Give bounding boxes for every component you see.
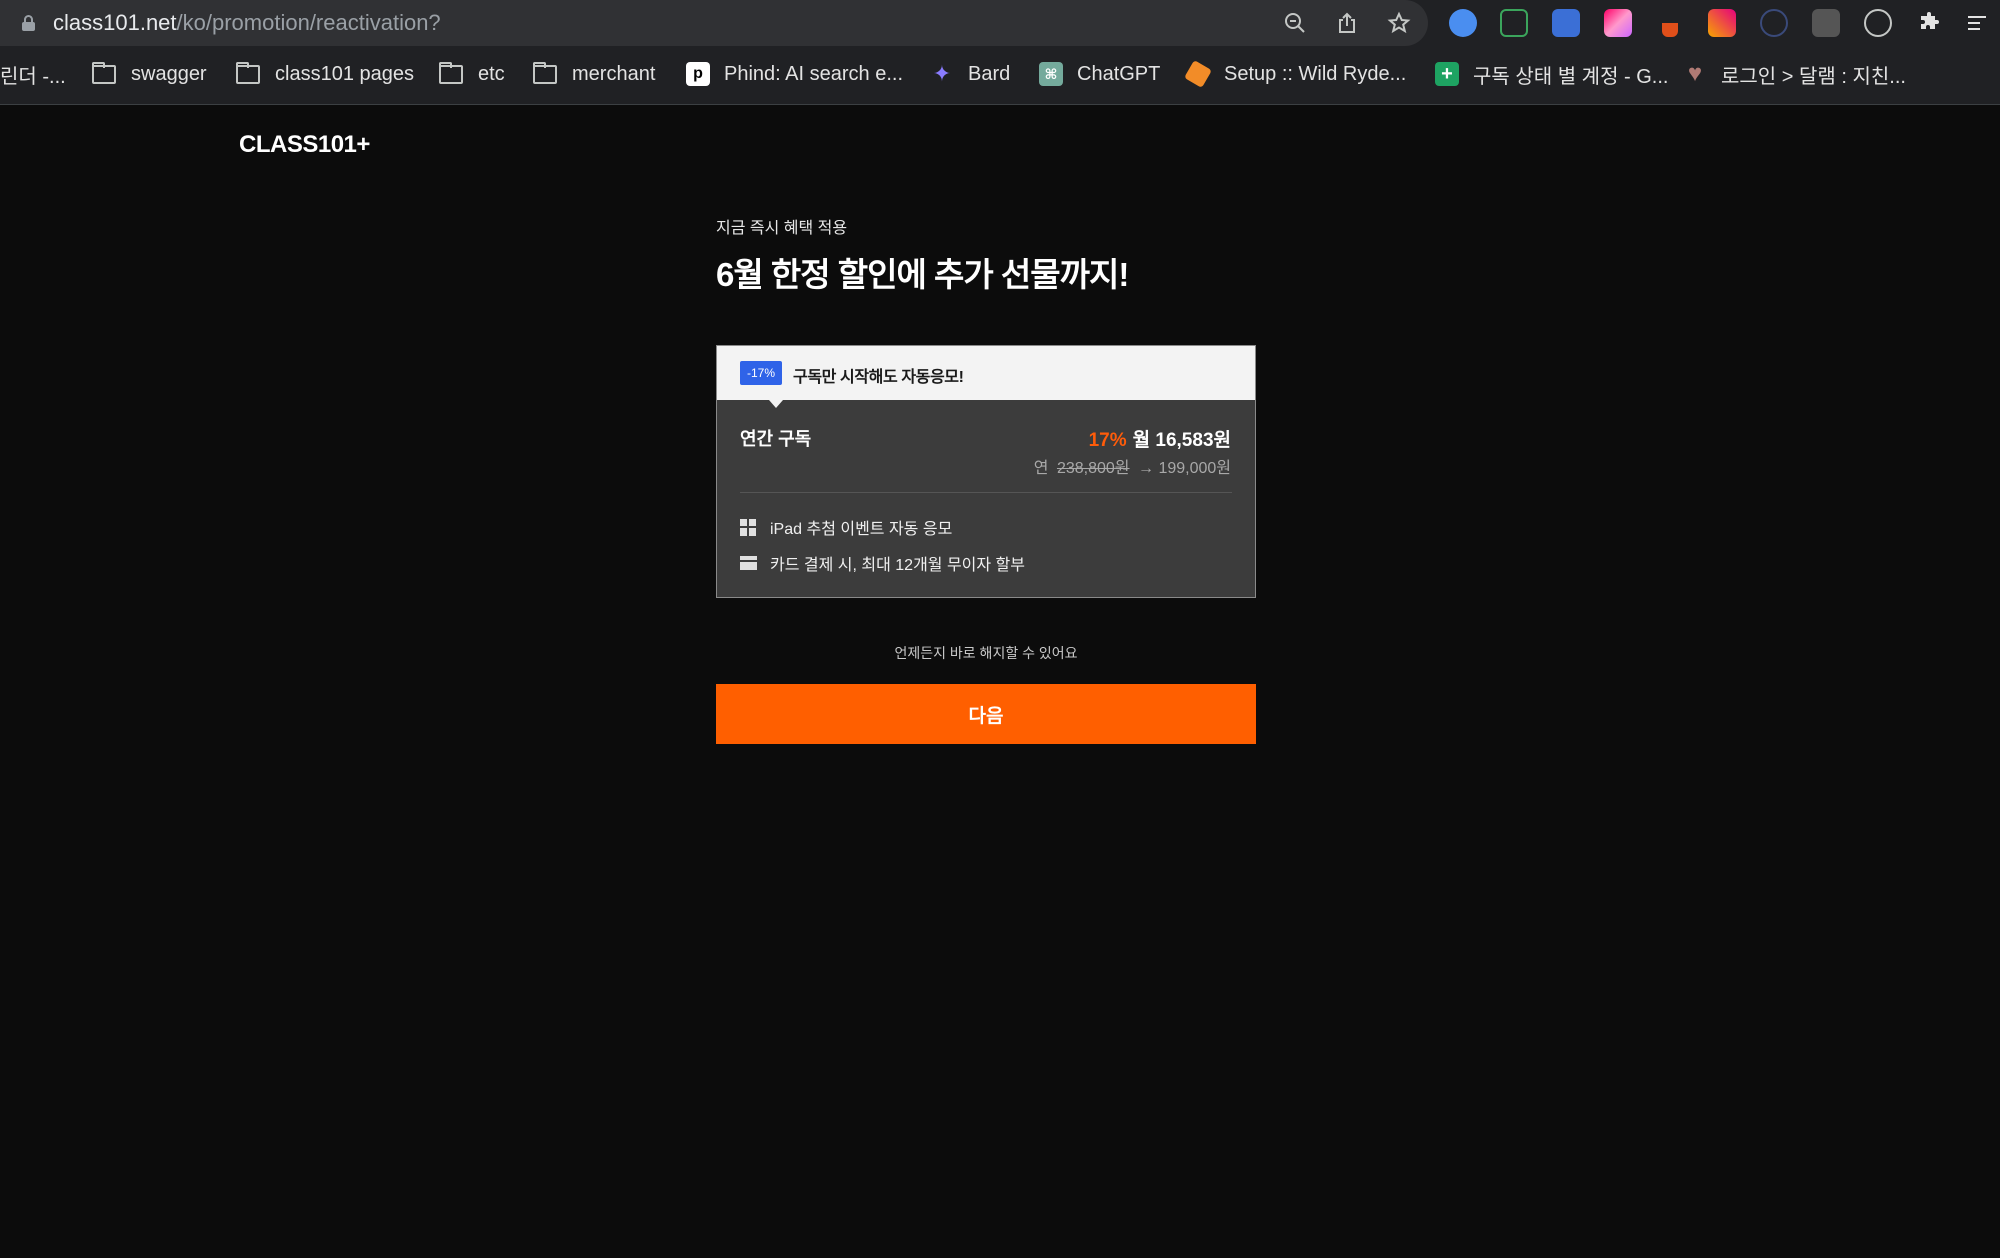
benefit-item: 카드 결제 시, 최대 12개월 무이자 할부 — [740, 552, 1025, 574]
bookmark-star-icon[interactable] — [1384, 8, 1414, 38]
credit-card-icon — [740, 555, 757, 572]
zoom-icon[interactable] — [1280, 8, 1310, 38]
chatgpt-icon: ⌘ — [1039, 62, 1063, 86]
bookmark-label: swagger — [131, 62, 207, 85]
bookmark-google-sheets[interactable]: + 구독 상태 별 계정 - G... — [1435, 56, 1668, 92]
arrow-icon: → — [1137, 460, 1154, 477]
bookmark-folder-etc[interactable]: etc — [439, 56, 505, 92]
extension-pencil-icon[interactable] — [1708, 9, 1736, 37]
original-price: 238,800원 — [1056, 460, 1130, 477]
bookmark-dallaem[interactable]: ♥ 로그인 > 달램 : 지친... — [1683, 56, 1906, 92]
extension-1password-icon[interactable] — [1449, 9, 1477, 37]
bookmark-label: 린더 -... — [0, 65, 66, 88]
discounted-annual-price: 199,000원 — [1158, 460, 1231, 477]
bookmark-folder-swagger[interactable]: swagger — [92, 56, 207, 92]
bookmarks-bar: 린더 -... swagger class101 pages etc merch… — [0, 56, 2000, 92]
aws-cube-icon — [1184, 60, 1212, 88]
url-host: class101.net — [53, 10, 177, 35]
folder-icon — [92, 61, 116, 84]
benefit-text: iPad 추첨 이벤트 자동 응모 — [770, 521, 953, 538]
extensions-puzzle-icon[interactable] — [1914, 8, 1944, 38]
card-divider — [740, 492, 1232, 493]
extension-color-icon[interactable] — [1604, 9, 1632, 37]
discount-percent: 17% — [1088, 430, 1127, 451]
annual-price: 연 238,800원 → 199,000원 — [1034, 454, 1231, 478]
promo-text: 구독만 시작해도 자동응모! — [793, 369, 964, 386]
bookmark-label: etc — [478, 62, 505, 85]
bard-sparkle-icon: ✦ — [932, 61, 952, 86]
extension-code-icon[interactable] — [1552, 9, 1580, 37]
annual-prefix: 연 — [1033, 460, 1049, 477]
bookmark-label: Phind: AI search e... — [724, 62, 903, 85]
next-button[interactable]: 다음 — [716, 684, 1256, 744]
folder-icon — [533, 61, 557, 84]
bookmark-label: class101 pages — [275, 62, 414, 85]
benefit-text: 카드 결제 시, 최대 12개월 무이자 할부 — [770, 557, 1025, 574]
bookmark-folder-merchant[interactable]: merchant — [533, 56, 655, 92]
gift-icon — [740, 518, 757, 536]
extension-search-icon[interactable] — [1500, 9, 1528, 37]
chrome-divider — [0, 104, 2000, 105]
browser-chrome: class101.net/ko/promotion/reactivation? … — [0, 0, 2000, 105]
plan-name: 연간 구독 — [740, 429, 812, 449]
bookmark-folder-class101-pages[interactable]: class101 pages — [236, 56, 414, 92]
phind-icon: p — [686, 62, 710, 86]
bookmark-label: 구독 상태 별 계정 - G... — [1473, 65, 1669, 88]
bookmark-wild-rydes[interactable]: Setup :: Wild Ryde... — [1184, 56, 1407, 92]
extension-gear-icon[interactable] — [1812, 9, 1840, 37]
address-bar[interactable]: class101.net/ko/promotion/reactivation? — [0, 0, 1428, 46]
url-text[interactable]: class101.net/ko/promotion/reactivation? — [53, 10, 441, 36]
promo-banner: -17% 구독만 시작해도 자동응모! — [717, 346, 1255, 408]
share-icon[interactable] — [1332, 8, 1362, 38]
monthly-price: 17% 월 16,583원 — [1089, 425, 1231, 452]
benefit-item: iPad 추첨 이벤트 자동 응모 — [740, 516, 952, 538]
discount-badge: -17% — [740, 361, 783, 385]
heart-icon: ♥ — [1687, 60, 1703, 87]
reading-list-icon[interactable] — [1962, 8, 1992, 38]
monthly-price-value: 월 16,583원 — [1132, 430, 1231, 451]
bookmark-item[interactable]: 린더 -... — [0, 56, 66, 92]
sheets-icon: + — [1435, 62, 1459, 86]
annual-plan-card[interactable]: -17% 구독만 시작해도 자동응모! 연간 구독 17% 월 16,583원 연… — [716, 345, 1256, 598]
extension-compass-icon[interactable] — [1864, 9, 1892, 37]
extension-lighthouse-icon[interactable] — [1662, 9, 1678, 37]
bookmark-label: ChatGPT — [1077, 62, 1161, 85]
extension-a-icon[interactable] — [1760, 9, 1788, 37]
folder-icon — [236, 61, 260, 84]
url-path: /ko/promotion/reactivation? — [176, 10, 441, 35]
bookmark-bard[interactable]: ✦ Bard — [930, 56, 1010, 92]
bookmark-label: Bard — [968, 62, 1011, 85]
class101-logo[interactable]: CLASS101+ — [239, 131, 370, 159]
cancel-anytime-note: 언제든지 바로 해지할 수 있어요 — [894, 645, 1078, 661]
page-title: 6월 한정 할인에 추가 선물까지! — [716, 256, 1129, 293]
bookmark-phind[interactable]: p Phind: AI search e... — [686, 56, 903, 92]
folder-icon — [439, 61, 463, 84]
eyebrow-text: 지금 즉시 혜택 적용 — [716, 220, 848, 237]
bookmark-chatgpt[interactable]: ⌘ ChatGPT — [1039, 56, 1160, 92]
bookmark-label: Setup :: Wild Ryde... — [1224, 62, 1407, 85]
lock-icon[interactable] — [22, 15, 35, 31]
bookmark-label: merchant — [572, 62, 656, 85]
bookmark-label: 로그인 > 달램 : 지친... — [1721, 65, 1906, 88]
